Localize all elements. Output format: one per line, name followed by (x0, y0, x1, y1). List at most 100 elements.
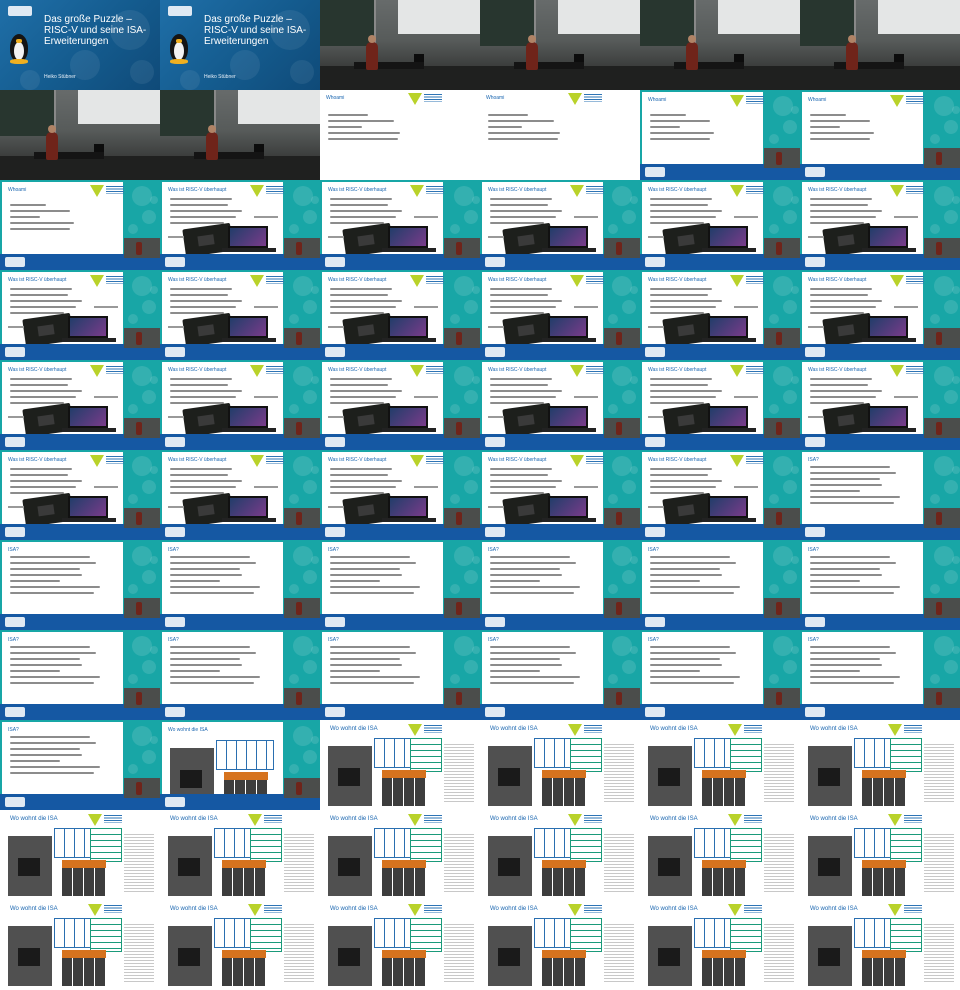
extension-bar (62, 950, 106, 958)
speaker-camera-inset (124, 238, 160, 258)
laptop-caption (574, 396, 598, 398)
slide-thumbnail: ISA? (800, 630, 960, 720)
bullet-line (650, 580, 700, 582)
background-bubble (450, 224, 460, 234)
background-bubble (934, 456, 954, 476)
laptop-caption (574, 306, 598, 308)
background-bubble (464, 300, 478, 314)
bullet-line (490, 204, 548, 206)
slide-card: Was ist RISC-V überhaupt (322, 362, 444, 438)
bullet-line (650, 132, 714, 134)
desk-monitor (94, 144, 104, 152)
slide-thumbnail: Was ist RISC-V überhaupt (800, 180, 960, 270)
bullet-line (650, 486, 716, 488)
university-logo (410, 185, 444, 197)
university-logo (250, 275, 284, 287)
background-bubble (930, 404, 940, 414)
laptop-base (62, 518, 116, 522)
penguin-feet (10, 59, 28, 64)
photo-caption (168, 326, 184, 328)
speaker-figure (206, 132, 218, 160)
slide-heading: Was ist RISC-V überhaupt (808, 277, 867, 283)
bullet-line (490, 396, 556, 398)
bullet-line (810, 472, 896, 474)
extension-bar (862, 950, 906, 958)
photo-caption (488, 416, 504, 418)
linux-tage-logo (325, 527, 345, 537)
background-bubble (783, 480, 797, 494)
bullet-line (10, 468, 72, 470)
lectern-desk (354, 62, 424, 69)
speaker-camera-inset (604, 508, 640, 528)
laptop-caption (574, 216, 598, 218)
bullet-line (810, 592, 894, 594)
extension-bar (382, 770, 426, 778)
laptop-base (862, 338, 916, 342)
background-bubble (773, 456, 793, 476)
speaker-head (368, 35, 376, 43)
bullet-line (650, 216, 716, 218)
background-bubble (128, 764, 138, 774)
speaker-camera-inset (284, 508, 320, 528)
background-bubble (952, 106, 960, 114)
slide-heading: Wo wohnt die ISA (490, 726, 538, 732)
slide-thumbnail: Was ist RISC-V überhaupt (160, 450, 320, 540)
slide-thumbnail (800, 0, 960, 90)
bullet-line (810, 478, 880, 480)
bullet-line (650, 562, 736, 564)
speaker-figure (686, 42, 698, 70)
bullet-line (330, 568, 400, 570)
extension-table-green (890, 918, 922, 952)
slide-heading: Wo wohnt die ISA (168, 727, 208, 733)
background-bubble (791, 196, 799, 204)
slide-thumbnail (640, 0, 800, 90)
dev-board-photo (662, 222, 714, 258)
linux-tage-logo (805, 437, 825, 447)
side-notes (124, 924, 154, 984)
bullet-line (330, 670, 380, 672)
speaker-camera-inset (284, 238, 320, 258)
slide-thumbnail: Wo wohnt die ISA (0, 810, 160, 900)
background-bubble (944, 210, 958, 224)
university-logo (888, 814, 922, 826)
slide-heading: Wo wohnt die ISA (330, 906, 378, 912)
background-bubble (454, 186, 474, 206)
bullet-line (170, 568, 240, 570)
linux-tage-logo (165, 527, 185, 537)
extension-bar (702, 860, 746, 868)
bullet-line (810, 484, 882, 486)
background-bubble (128, 314, 138, 324)
bullet-line (170, 384, 228, 386)
bullet-line (490, 294, 548, 296)
slide-heading: ISA? (328, 637, 339, 643)
bullet-line (488, 138, 558, 140)
bullet-line (170, 556, 250, 558)
background-bubble (150, 736, 158, 744)
bullet-line (490, 574, 562, 576)
laptop-photo (868, 316, 908, 338)
slide-heading: Whoami (648, 97, 667, 103)
bullet-line (330, 468, 392, 470)
university-logo (90, 365, 124, 377)
speaker-camera-inset (604, 598, 640, 618)
speaker-figure (526, 42, 538, 70)
linux-tage-logo (645, 347, 665, 357)
extension-bar (862, 770, 906, 778)
extension-bar (862, 860, 906, 868)
side-notes (924, 834, 954, 894)
penguin-beak (176, 39, 182, 43)
background-bubble (934, 366, 954, 386)
bullet-line (170, 580, 220, 582)
bullet-line (810, 496, 900, 498)
background-bubble (150, 376, 158, 384)
laptop-base (702, 428, 756, 432)
bullet-line (328, 126, 362, 128)
photo-caption (808, 326, 824, 328)
linux-tage-logo (485, 527, 505, 537)
bullet-line (330, 646, 410, 648)
bullet-line (330, 556, 410, 558)
bullet-line (490, 480, 562, 482)
slide-thumbnail: Wo wohnt die ISA (640, 810, 800, 900)
background-bubble (454, 636, 474, 656)
bullet-line (650, 676, 740, 678)
